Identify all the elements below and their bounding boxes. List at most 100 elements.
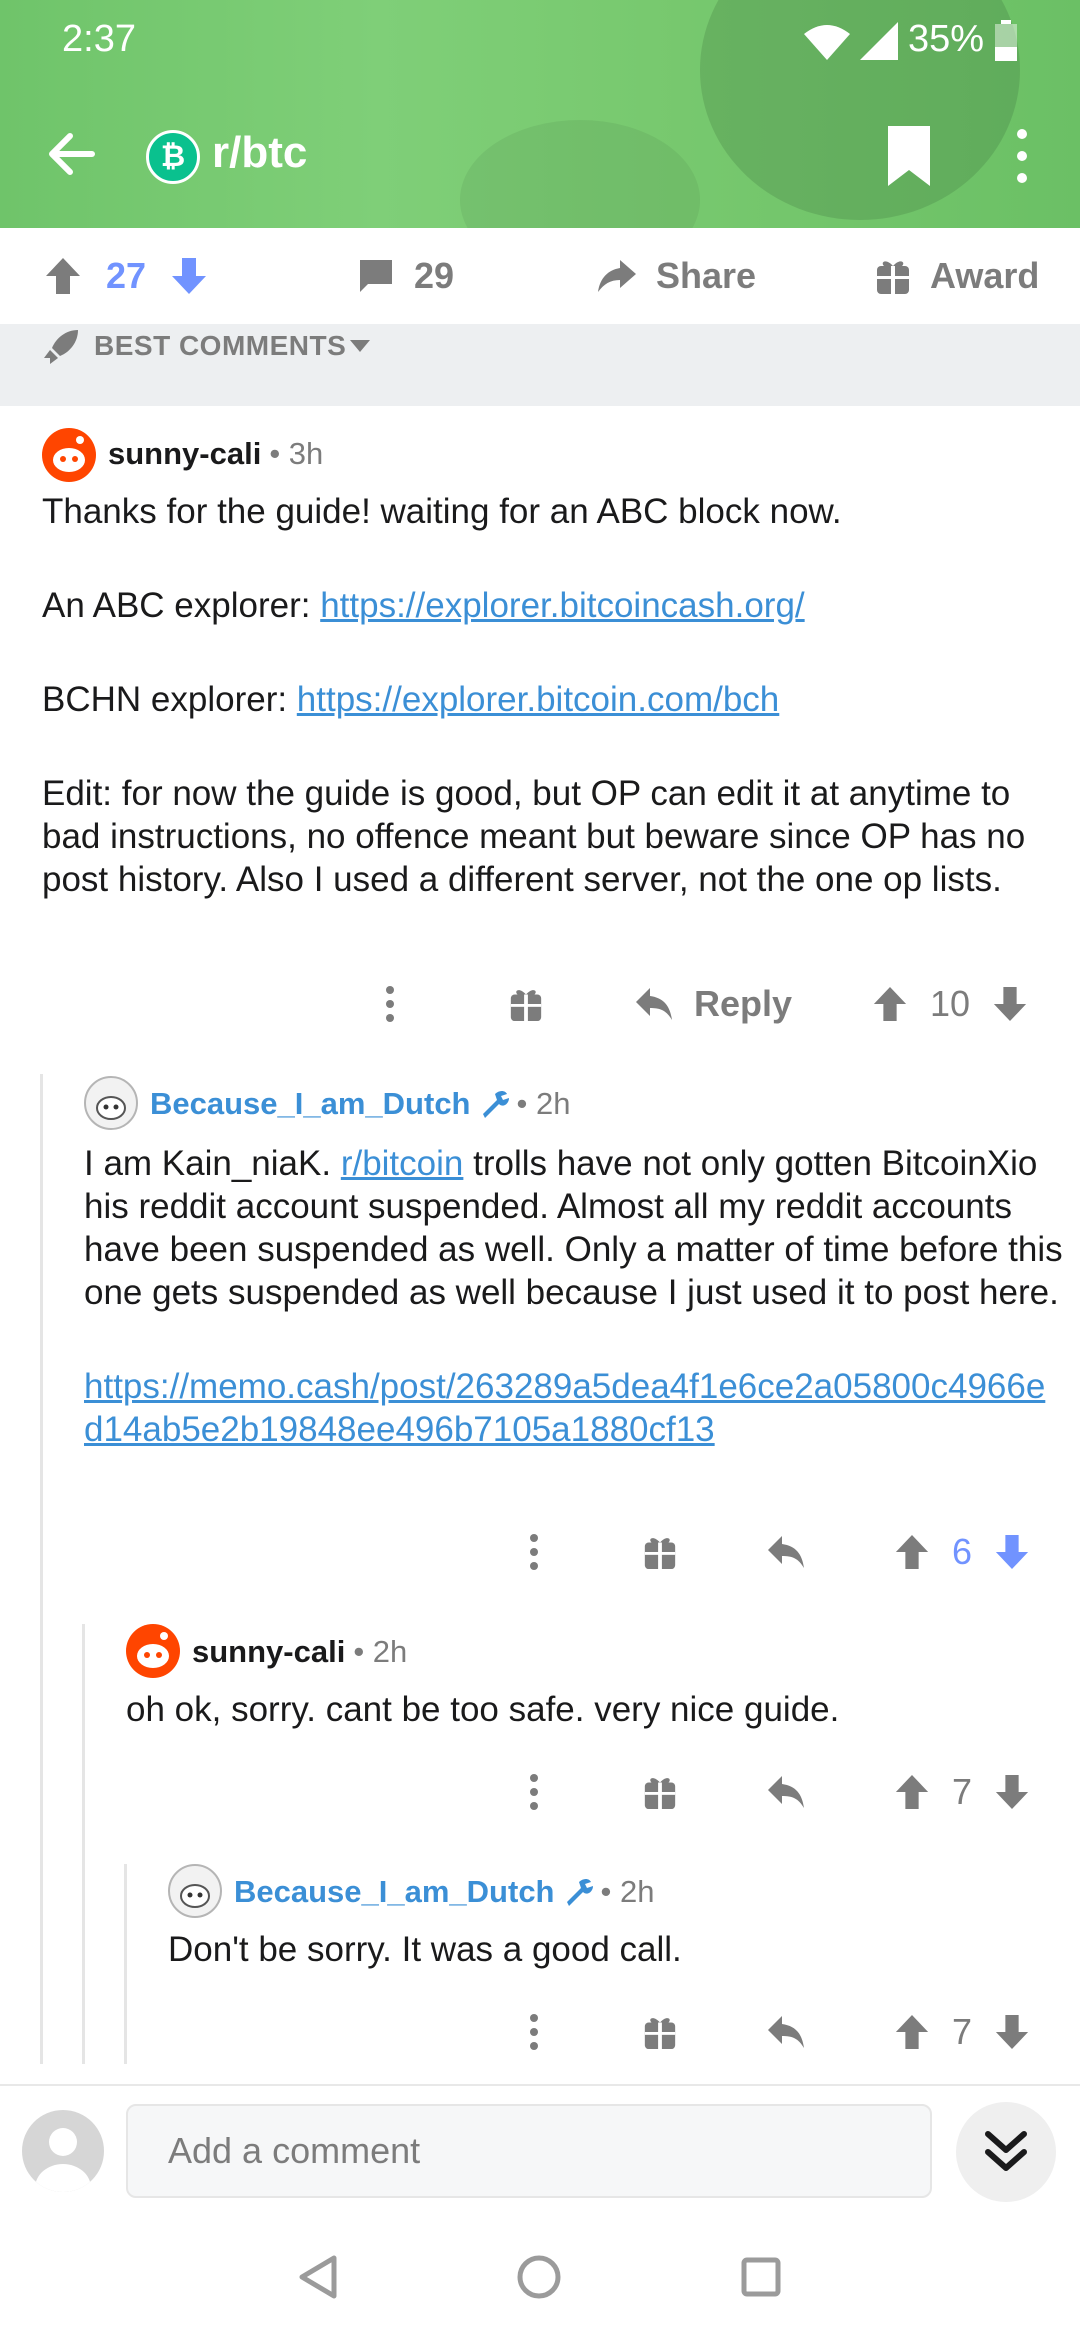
battery-icon xyxy=(995,20,1017,61)
share-label: Share xyxy=(656,255,757,296)
downvote-icon[interactable] xyxy=(170,256,208,296)
upvote-icon[interactable] xyxy=(872,985,908,1023)
comment-body: Don't be sorry. It was a good call. xyxy=(168,1928,1068,1971)
more-options-button[interactable] xyxy=(528,1762,540,1822)
explorer-link[interactable]: https://explorer.bitcoin.com/bch xyxy=(297,680,779,719)
downvote-icon[interactable] xyxy=(994,1773,1030,1811)
collapse-comments-button[interactable] xyxy=(956,2102,1056,2202)
award-button[interactable] xyxy=(508,974,544,1034)
comment-text: An ABC explorer: https://explorer.bitcoi… xyxy=(42,586,805,625)
system-nav-bar xyxy=(0,2214,1080,2340)
reply-button[interactable] xyxy=(766,1522,806,1582)
comments-button[interactable]: 29 xyxy=(356,228,454,324)
thread-line[interactable] xyxy=(82,1624,85,2064)
overflow-menu-icon[interactable] xyxy=(1000,124,1044,188)
post-vote-count: 27 xyxy=(106,255,147,296)
avatar[interactable] xyxy=(126,1624,180,1678)
reply-icon xyxy=(768,1776,804,1808)
comment-body: I am Kain_niaK. r/bitcoin trolls have no… xyxy=(84,1142,1064,1451)
comment-author[interactable]: Because_I_am_Dutch xyxy=(150,1086,471,1122)
gift-icon xyxy=(644,2018,676,2050)
comment-author[interactable]: sunny-cali xyxy=(108,436,261,472)
award-button[interactable] xyxy=(642,1522,678,1582)
comment-sort-bar[interactable]: BEST COMMENTS xyxy=(0,324,1080,406)
comment-time: • 3h xyxy=(269,436,324,471)
award-button[interactable] xyxy=(642,2002,678,2062)
downvote-icon[interactable] xyxy=(992,985,1028,1023)
signal-icon xyxy=(860,22,898,60)
avatar[interactable] xyxy=(42,428,96,482)
comment-vote-group: 7 xyxy=(894,1762,1030,1822)
upvote-icon[interactable] xyxy=(894,1773,930,1811)
upvote-icon[interactable] xyxy=(894,1533,930,1571)
chevron-down-icon xyxy=(350,340,370,352)
battery-percent: 35% xyxy=(908,18,985,60)
comment-meta: sunny-cali • 3h xyxy=(108,436,323,472)
award-button[interactable]: Award xyxy=(874,228,1039,324)
overflow-menu-icon xyxy=(530,1534,538,1570)
more-options-button[interactable] xyxy=(384,974,396,1034)
comment-actions: 6 xyxy=(0,1522,1080,1582)
comment-text: Edit: for now the guide is good, but OP … xyxy=(42,774,1026,899)
more-options-button[interactable] xyxy=(528,2002,540,2062)
snoo-avatar-icon xyxy=(53,436,85,472)
downvote-icon[interactable] xyxy=(994,2013,1030,2051)
comment-author[interactable]: Because_I_am_Dutch xyxy=(234,1874,555,1910)
comment-text: Don't be sorry. It was a good call. xyxy=(168,1930,682,1969)
avatar[interactable] xyxy=(168,1864,222,1918)
user-avatar[interactable] xyxy=(22,2110,104,2192)
reply-icon xyxy=(768,1536,804,1568)
reply-button[interactable]: Reply xyxy=(634,974,792,1034)
comment-count: 29 xyxy=(414,255,455,296)
subreddit-avatar[interactable]: ₿ xyxy=(146,130,200,184)
reply-button[interactable] xyxy=(766,2002,806,2062)
add-comment-input[interactable]: Add a comment xyxy=(126,2104,932,2198)
comment-author[interactable]: sunny-cali xyxy=(192,1634,345,1670)
reply-button[interactable] xyxy=(766,1762,806,1822)
comment-meta: sunny-cali • 2h xyxy=(192,1634,407,1670)
back-arrow-icon[interactable] xyxy=(40,122,104,186)
award-button[interactable] xyxy=(642,1762,678,1822)
user-silhouette-icon xyxy=(35,2128,91,2192)
share-button[interactable]: Share xyxy=(596,228,756,324)
wifi-icon xyxy=(804,25,850,60)
subreddit-link[interactable]: r/bitcoin xyxy=(341,1144,464,1183)
upvote-icon[interactable] xyxy=(894,2013,930,2051)
overflow-menu-icon xyxy=(530,1774,538,1810)
app-header: 2:37 35% ₿ r/btc xyxy=(0,0,1080,228)
comment-score: 7 xyxy=(952,1771,973,1812)
comment-body: Thanks for the guide! waiting for an ABC… xyxy=(42,490,1062,901)
comment-actions: 7 xyxy=(0,1762,1080,1822)
subreddit-name[interactable]: r/btc xyxy=(212,128,307,178)
snoo-avatar-icon xyxy=(180,1884,210,1908)
comment-score: 7 xyxy=(952,2011,973,2052)
comment-actions: Reply 10 xyxy=(0,974,1080,1034)
comment-text: Thanks for the guide! waiting for an ABC… xyxy=(42,492,842,531)
bookmark-icon[interactable] xyxy=(884,124,934,188)
comment-text: oh ok, sorry. cant be too safe. very nic… xyxy=(126,1690,840,1729)
comment-composer-bar: Add a comment xyxy=(0,2084,1080,2216)
comment-score: 6 xyxy=(952,1531,973,1572)
gift-icon xyxy=(644,1778,676,1810)
nav-home-icon[interactable] xyxy=(516,2254,562,2300)
comment-bubble-icon xyxy=(360,260,392,292)
comment-text: BCHN explorer: https://explorer.bitcoin.… xyxy=(42,680,780,719)
gift-icon xyxy=(877,261,909,294)
status-bar: 2:37 35% xyxy=(0,0,1080,80)
snoo-avatar-icon xyxy=(137,1632,169,1668)
double-chevron-down-icon xyxy=(985,2131,1027,2171)
downvote-icon[interactable] xyxy=(994,1533,1030,1571)
upvote-icon[interactable] xyxy=(44,256,82,296)
post-action-bar: 27 29 Share Award xyxy=(0,228,1080,325)
more-options-button[interactable] xyxy=(528,1522,540,1582)
memo-link[interactable]: https://memo.cash/post/263289a5dea4f1e6c… xyxy=(84,1365,1064,1451)
nav-back-icon[interactable] xyxy=(296,2254,340,2300)
gift-icon xyxy=(644,1538,676,1570)
explorer-link[interactable]: https://explorer.bitcoincash.org/ xyxy=(320,586,804,625)
nav-recents-icon[interactable] xyxy=(740,2256,782,2298)
comment-text: I am Kain_niaK. r/bitcoin trolls have no… xyxy=(84,1144,1063,1312)
status-time: 2:37 xyxy=(62,18,136,60)
comment-meta: Because_I_am_Dutch • 2h xyxy=(234,1874,654,1910)
avatar[interactable] xyxy=(84,1076,138,1130)
comment-body: oh ok, sorry. cant be too safe. very nic… xyxy=(126,1688,1066,1731)
